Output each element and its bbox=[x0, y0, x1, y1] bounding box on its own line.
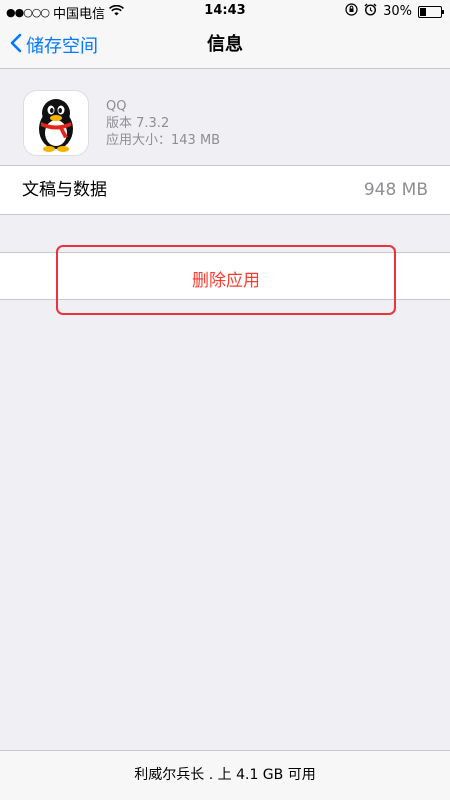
storage-footer: 利威尔兵长 . 上 4.1 GB 可用 bbox=[0, 750, 450, 800]
app-info-section: QQ 版本 7.3.2 应用大小：143 MB bbox=[0, 80, 450, 164]
delete-app-button[interactable]: 删除应用 bbox=[56, 245, 396, 315]
status-bar: ●●○○○ 中国电信 14:43 30% bbox=[0, 0, 450, 22]
documents-data-label: 文稿与数据 bbox=[22, 180, 107, 200]
battery-percent: 30% bbox=[383, 4, 412, 19]
navigation-bar: 储存空间 信息 bbox=[0, 22, 450, 69]
status-right: 30% bbox=[345, 3, 444, 20]
documents-data-row: 文稿与数据 948 MB bbox=[0, 165, 450, 215]
rotation-lock-icon bbox=[345, 3, 358, 20]
app-details: QQ 版本 7.3.2 应用大小：143 MB bbox=[106, 98, 220, 149]
page-title: 信息 bbox=[207, 34, 243, 55]
documents-data-value: 948 MB bbox=[363, 180, 428, 200]
battery-fill bbox=[420, 7, 426, 16]
app-version: 版本 7.3.2 bbox=[106, 116, 170, 131]
app-size: 应用大小：143 MB bbox=[106, 133, 221, 148]
battery-icon bbox=[418, 5, 444, 18]
alarm-icon bbox=[364, 3, 377, 20]
qq-penguin-icon bbox=[23, 90, 89, 156]
storage-available-text: 利威尔兵长 . 上 4.1 GB 可用 bbox=[134, 767, 316, 783]
delete-app-label: 删除应用 bbox=[192, 271, 260, 291]
app-name: QQ bbox=[106, 99, 127, 114]
